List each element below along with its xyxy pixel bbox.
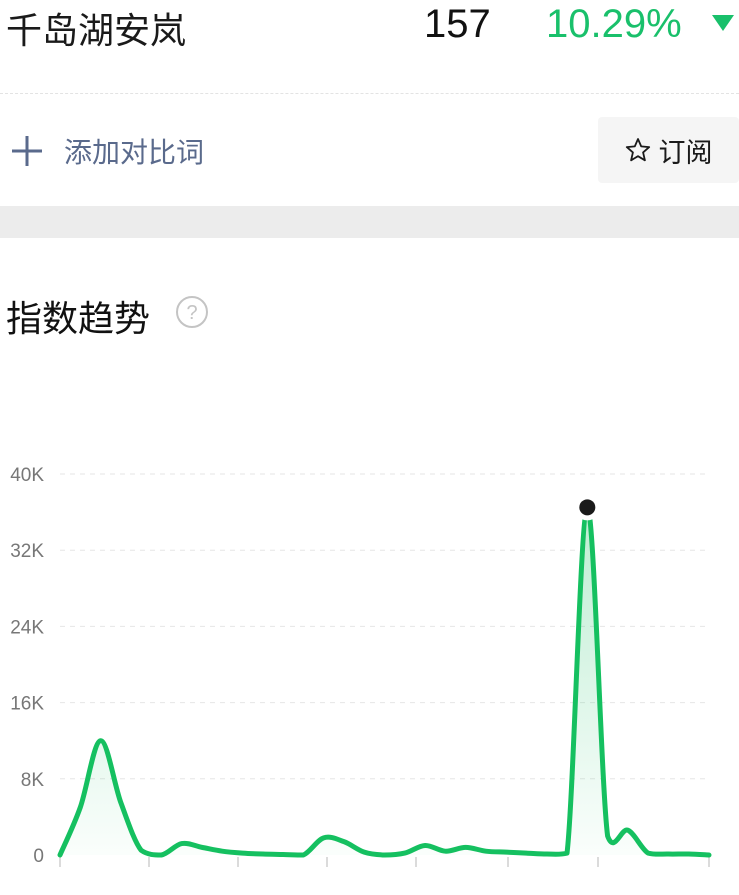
section-separator [0,206,739,238]
keyword-row: 千岛湖安岚 157 10.29% [0,0,739,60]
down-arrow-icon [712,15,734,31]
series-line [57,504,712,858]
keyword-title: 千岛湖安岚 [6,11,187,52]
subscribe-button[interactable]: 订阅 [598,117,739,183]
add-compare-label: 添加对比词 [64,136,205,169]
plus-icon [12,136,42,166]
help-icon[interactable]: ? [175,295,209,329]
peak-marker-dot[interactable] [579,499,596,516]
y-tick-label: 0 [33,846,44,867]
svg-text:?: ? [186,302,197,324]
y-tick-label: 8K [21,770,45,791]
change-percent: 10.29% [546,2,682,46]
subscribe-label: 订阅 [658,137,713,169]
y-tick-label: 24K [10,617,44,638]
series-area [60,507,709,855]
y-tick-label: 40K [10,465,44,486]
trend-chart: 40K 32K 24K 16K 8K 0 [10,465,712,867]
chart-grid [60,473,709,780]
section-title: 指数趋势 [6,299,151,340]
index-value: 157 [424,2,491,46]
y-tick-label: 16K [10,694,44,715]
star-icon [625,138,650,162]
divider [0,93,739,94]
peak-marker[interactable] [574,494,601,521]
y-tick-label: 32K [10,541,44,562]
y-axis-labels: 40K 32K 24K 16K 8K 0 [10,465,44,867]
x-axis-ticks [59,857,710,867]
add-compare-button[interactable]: 添加对比词 [10,128,204,174]
